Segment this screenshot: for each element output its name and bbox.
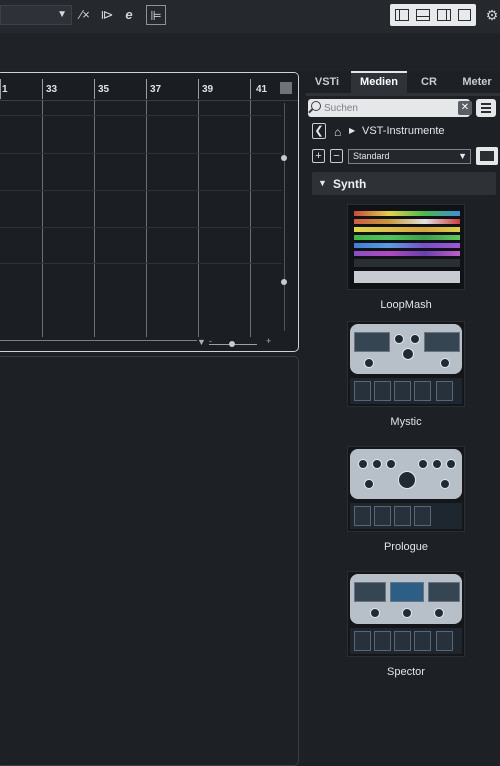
right-zone-tabs: VSTi Medien CR Meter: [306, 71, 500, 93]
collapse-triangle-icon[interactable]: ▼: [318, 178, 327, 188]
preset-row: + − Standard ▼: [312, 147, 498, 167]
ruler-tick: [146, 79, 147, 99]
horizontal-zoom-knob[interactable]: [229, 341, 235, 347]
bar-gridline: [94, 100, 95, 337]
gear-icon[interactable]: ⚙: [482, 5, 500, 25]
ruler-bar-label: 33: [46, 84, 58, 95]
snap-type-icon[interactable]: ⁄×: [75, 5, 95, 25]
instrument-name: Mystic: [390, 416, 422, 428]
mystic-thumbnail: [347, 321, 465, 407]
home-icon[interactable]: ⌂: [334, 125, 341, 139]
instrument-name: LoopMash: [380, 299, 432, 311]
tab-medien[interactable]: Medien: [351, 71, 407, 93]
bar-gridline: [198, 100, 199, 337]
chevron-down-icon: ▼: [458, 151, 467, 161]
track-divider: [0, 190, 282, 191]
horizontal-scrollbar[interactable]: [0, 340, 197, 341]
ruler-menu-icon[interactable]: [280, 82, 292, 94]
bar-gridline: [250, 100, 251, 337]
project-grid-panel[interactable]: 1 33 35 37 39 41 ▼ - +: [0, 72, 299, 352]
tab-meter[interactable]: Meter: [454, 71, 500, 93]
right-zone-icon[interactable]: [435, 6, 453, 24]
track-divider: [0, 153, 282, 154]
instrument-name: Prologue: [383, 541, 429, 553]
preset-dropdown[interactable]: Standard ▼: [348, 149, 471, 164]
ruler-tick: [42, 79, 43, 99]
control-room-icon[interactable]: [456, 6, 474, 24]
breadcrumb: ❮ ⌂ ▶ VST-Instrumente: [312, 123, 498, 141]
zoom-in-icon[interactable]: +: [266, 336, 271, 346]
search-icon: [311, 101, 321, 111]
image-view-button[interactable]: [476, 147, 498, 165]
add-preset-button[interactable]: +: [312, 149, 325, 163]
toolbar-dropdown[interactable]: ▼: [0, 5, 72, 25]
back-arrow-icon[interactable]: ❮: [312, 123, 326, 139]
vertical-zoom-track[interactable]: [284, 103, 285, 331]
ruler-bar-label: 37: [150, 84, 162, 95]
lower-zone-panel: [0, 356, 299, 766]
category-header[interactable]: ▼ Synth: [312, 172, 496, 195]
zone-layout-buttons: [390, 4, 476, 26]
lower-zone-icon[interactable]: [414, 6, 432, 24]
ruler-tick: [94, 79, 95, 99]
vertical-zoom-knob[interactable]: [281, 155, 287, 161]
main-toolbar: ▼ ⁄× ⧐ e ⊫ ⚙: [0, 0, 500, 33]
image-icon: [480, 151, 494, 161]
prologue-thumbnail: [347, 446, 465, 532]
ruler-tick: [250, 79, 251, 99]
ruler-bar-label: 39: [202, 84, 214, 95]
ruler-bar-label: 1: [2, 84, 8, 95]
category-label: Synth: [333, 177, 367, 191]
ruler-bar-label: 35: [98, 84, 110, 95]
breadcrumb-location[interactable]: VST-Instrumente: [362, 125, 445, 137]
info-line-strip: [0, 33, 500, 71]
track-divider: [0, 115, 282, 116]
ruler-tick: [198, 79, 199, 99]
left-zone-icon[interactable]: [393, 6, 411, 24]
remove-preset-button[interactable]: −: [330, 149, 343, 163]
spector-thumbnail: [347, 571, 465, 657]
list-view-button[interactable]: [476, 99, 496, 117]
bar-ruler[interactable]: 1 33 35 37 39 41: [0, 73, 298, 101]
tab-vsti[interactable]: VSTi: [306, 71, 348, 93]
bar-gridline: [146, 100, 147, 337]
loopmash-thumbnail: [347, 204, 465, 290]
tab-bar-underline: [306, 93, 500, 96]
search-input[interactable]: [324, 100, 454, 116]
quantize-icon[interactable]: ⧐: [97, 5, 117, 25]
chevron-right-icon: ▶: [349, 126, 356, 135]
constraint-icon[interactable]: ⊫: [146, 5, 166, 25]
ruler-tick: [0, 79, 1, 99]
track-divider: [0, 263, 282, 264]
right-zone: VSTi Medien CR Meter ✕ ❮ ⌂ ▶ VST-Instrum…: [306, 71, 500, 759]
instrument-name: Spector: [387, 666, 425, 678]
preset-selected-value: Standard: [353, 151, 390, 161]
ruler-bar-label: 41: [256, 84, 268, 95]
tab-cr[interactable]: CR: [410, 71, 448, 93]
bar-gridline: [42, 100, 43, 337]
media-search-box[interactable]: ✕: [308, 99, 472, 117]
chevron-down-icon: ▼: [57, 9, 67, 20]
track-divider: [0, 227, 282, 228]
close-icon[interactable]: ✕: [458, 101, 472, 115]
zoom-menu-icon[interactable]: ▼: [197, 337, 206, 347]
track-height-knob[interactable]: [281, 279, 287, 285]
edit-mode-icon[interactable]: e: [119, 5, 139, 25]
